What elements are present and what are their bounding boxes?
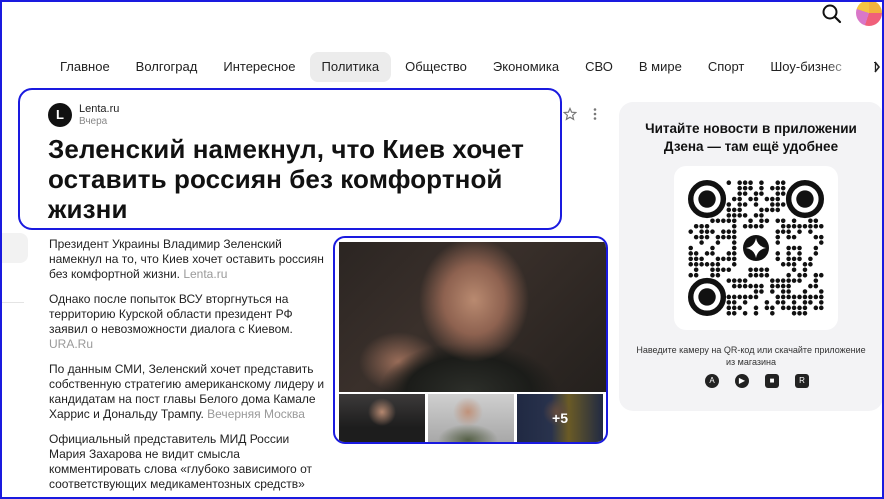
left-sidebar-item[interactable] — [0, 233, 28, 263]
promo-title: Читайте новости в приложении Дзена — там… — [645, 121, 857, 154]
summary-text: Однако после попыток ВСУ вторгнуться на … — [49, 292, 293, 336]
summary-item[interactable]: По данным СМИ, Зеленский хочет представи… — [49, 362, 329, 422]
gallery-thumbnail[interactable] — [428, 394, 514, 442]
more-photos-count[interactable]: +5 — [517, 394, 603, 442]
more-vertical-icon — [593, 108, 597, 120]
nav-tab[interactable]: СВО — [573, 52, 625, 82]
top-bar — [0, 0, 884, 40]
bookmark-button[interactable] — [562, 106, 578, 121]
app-gallery-icon[interactable]: ■ — [765, 374, 779, 388]
nav-tab[interactable]: Общество — [393, 52, 479, 82]
user-avatar[interactable] — [856, 0, 882, 26]
star-icon — [562, 106, 578, 121]
category-nav: Главное Волгоград Интересное Политика Общест… — [48, 52, 884, 82]
source-logo[interactable]: L — [48, 103, 72, 127]
source-name[interactable]: Lenta.ru — [79, 103, 119, 115]
summary-item[interactable]: Президент Украины Владимир Зеленский нам… — [49, 237, 329, 282]
chevron-right-icon — [874, 61, 881, 73]
left-divider — [0, 302, 24, 303]
qr-code-image — [688, 180, 824, 316]
store-links: A ▶ ■ R — [700, 374, 812, 390]
summary-source[interactable]: Lenta.ru — [183, 267, 227, 281]
google-play-icon[interactable]: ▶ — [735, 374, 749, 388]
app-promo-panel: Читайте новости в приложении Дзена — там… — [619, 102, 883, 411]
app-store-icon[interactable]: A — [705, 374, 719, 388]
nav-tab[interactable]: Главное — [48, 52, 122, 82]
article-summary: Президент Украины Владимир Зеленский нам… — [49, 237, 329, 499]
promo-caption: Наведите камеру на QR-код или скачайте п… — [636, 345, 866, 367]
more-options-button[interactable] — [592, 107, 598, 121]
qr-code — [674, 166, 838, 330]
summary-item[interactable]: Официальный представитель МИД России Мар… — [49, 432, 329, 492]
rustore-icon[interactable]: R — [795, 374, 809, 388]
article-headline[interactable]: Зеленский намекнул, что Киев хочет остав… — [48, 134, 568, 224]
summary-item[interactable]: Однако после попыток ВСУ вторгнуться на … — [49, 292, 329, 352]
nav-next-button[interactable] — [872, 58, 882, 76]
summary-source[interactable]: URA.Ru — [49, 337, 93, 351]
summary-text: Официальный представитель МИД России Мар… — [49, 432, 312, 491]
search-icon — [822, 4, 842, 24]
nav-tab[interactable]: Интересное — [211, 52, 307, 82]
nav-tab[interactable]: В мире — [627, 52, 694, 82]
nav-tab[interactable]: Волгоград — [124, 52, 210, 82]
nav-tab[interactable]: Политика — [309, 52, 392, 82]
nav-fade — [826, 52, 874, 82]
nav-tab[interactable]: Экономика — [481, 52, 571, 82]
main-photo[interactable] — [339, 242, 606, 392]
publish-time: Вчера — [79, 116, 108, 127]
gallery-thumbnail[interactable] — [339, 394, 425, 442]
search-button[interactable] — [820, 2, 844, 26]
photo-gallery: +5 — [333, 236, 608, 444]
summary-source[interactable]: Вечерняя Москва — [207, 407, 305, 421]
nav-tab[interactable]: Спорт — [696, 52, 757, 82]
